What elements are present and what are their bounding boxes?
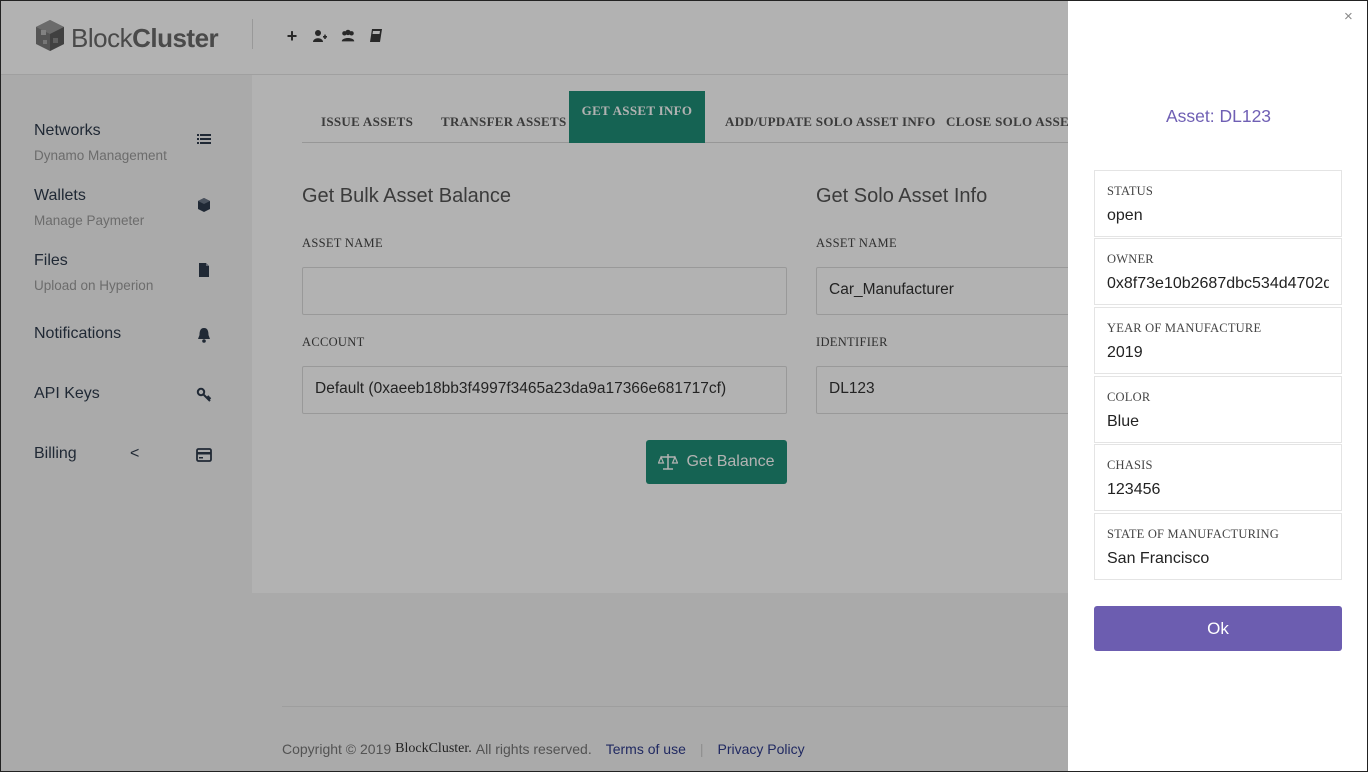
info-value: San Francisco [1107,550,1210,567]
info-label: YEAR OF MANUFACTURE [1107,321,1262,335]
info-label: OWNER [1107,252,1154,266]
info-value: 2019 [1107,344,1143,361]
asset-info-panel: × Asset: DL123 STATUS open OWNER 0x8f73e… [1068,1,1367,771]
info-card-state-of-manufacturing: STATE OF MANUFACTURING San Francisco [1094,513,1342,580]
info-card-year-of-manufacture: YEAR OF MANUFACTURE 2019 [1094,307,1342,374]
close-icon[interactable]: × [1344,8,1353,25]
info-value: 123456 [1107,481,1161,498]
info-label: COLOR [1107,390,1151,404]
modal-backdrop[interactable] [1,1,1068,771]
info-label: CHASIS [1107,458,1153,472]
info-card-owner: OWNER 0x8f73e10b2687dbc534d4702df781 [1094,238,1342,305]
info-value: 0x8f73e10b2687dbc534d4702df781 [1107,275,1329,292]
info-value: Blue [1107,413,1140,430]
info-card-status: STATUS open [1094,170,1342,237]
info-card-chasis: CHASIS 123456 [1094,444,1342,511]
info-label: STATUS [1107,184,1154,198]
app-background: BlockCluster + Networks Dynamo Managemen… [1,1,1367,771]
window-frame: BlockCluster + Networks Dynamo Managemen… [0,0,1368,772]
info-label: STATE OF MANUFACTURING [1107,527,1279,541]
ok-button[interactable]: Ok [1094,606,1342,651]
info-value: open [1107,207,1143,224]
panel-title: Asset: DL123 [1165,106,1272,126]
info-card-color: COLOR Blue [1094,376,1342,443]
